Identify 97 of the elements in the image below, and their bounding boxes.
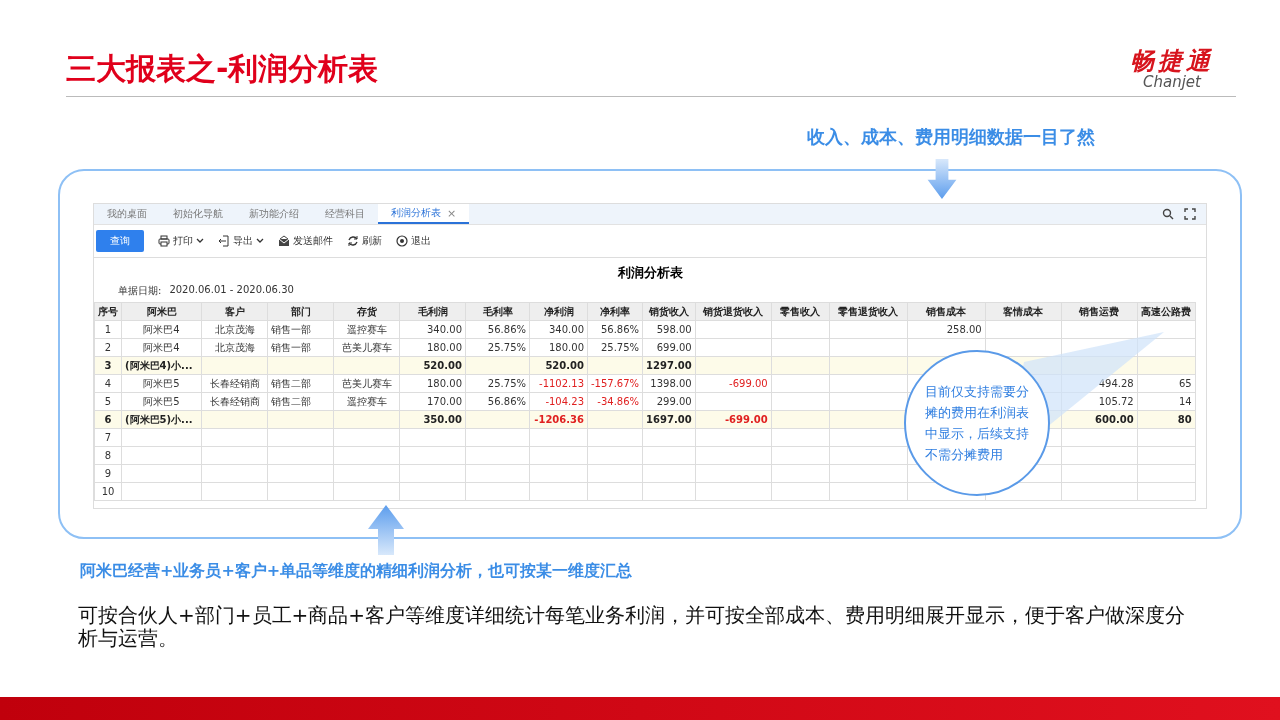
table-cell: 56.86%: [465, 392, 530, 411]
table-cell: 销售一部: [267, 338, 334, 357]
column-header: 净利率: [587, 302, 643, 321]
table-cell: 340.00: [529, 320, 588, 339]
logo-name: Chanjet: [1143, 74, 1201, 90]
table-cell: -34.86%: [587, 392, 643, 411]
column-header: 客情成本: [985, 302, 1062, 321]
column-header: 部门: [267, 302, 334, 321]
table-cell: 25.75%: [465, 338, 530, 357]
column-header: 销售成本: [907, 302, 986, 321]
table-cell: 258.00: [907, 320, 986, 339]
table-cell: 北京茂海: [201, 338, 268, 357]
table-cell: 7: [94, 428, 122, 447]
tab[interactable]: 初始化导航: [160, 204, 236, 224]
table-cell: -699.00: [695, 374, 772, 393]
table-cell: 销售二部: [267, 392, 334, 411]
annotation-text: 收入、成本、费用明细数据一目了然: [807, 125, 1095, 149]
table-cell: -157.67%: [587, 374, 643, 393]
table-cell: 8: [94, 446, 122, 465]
query-button[interactable]: 查询: [96, 230, 144, 252]
table-cell: 25.75%: [587, 338, 643, 357]
table-cell: 2: [94, 338, 122, 357]
column-header: 销货收入: [642, 302, 696, 321]
table-cell: 阿米巴5: [121, 392, 202, 411]
table-cell: 销售二部: [267, 374, 334, 393]
column-header: 毛利率: [465, 302, 530, 321]
table-cell: 65: [1137, 374, 1196, 393]
table-cell: 299.00: [642, 392, 696, 411]
refresh-icon: [347, 235, 359, 247]
toolbar-button[interactable]: 刷新: [347, 234, 382, 248]
report-title: 利润分析表: [616, 264, 684, 282]
caret-icon: [256, 237, 264, 245]
table-cell: 56.86%: [465, 320, 530, 339]
table-cell: 长春经销商: [201, 374, 268, 393]
column-header: 序号: [94, 302, 122, 321]
column-header: 零售收入: [771, 302, 830, 321]
table-cell: 25.75%: [465, 374, 530, 393]
table-cell: 北京茂海: [201, 320, 268, 339]
column-header: 存货: [333, 302, 400, 321]
search-icon[interactable]: [1162, 208, 1174, 220]
column-header: 销售运费: [1061, 302, 1138, 321]
table-cell: 4: [94, 374, 122, 393]
table-cell: 1: [94, 320, 122, 339]
mail-icon: [278, 235, 290, 247]
toolbar-button[interactable]: 发送邮件: [278, 234, 333, 248]
table-cell: 阿米巴5: [121, 374, 202, 393]
table-cell: 阿米巴4: [121, 320, 202, 339]
table-cell: 56.86%: [587, 320, 643, 339]
table-cell: 9: [94, 464, 122, 483]
callout-text: 目前仅支持需要分摊的费用在利润表中显示，后续支持不需分摊费用: [925, 383, 1029, 464]
toolbar-button[interactable]: 打印: [158, 234, 204, 248]
column-header: 客户: [201, 302, 268, 321]
table-cell: 销售一部: [267, 320, 334, 339]
column-header: 毛利润: [399, 302, 466, 321]
tab[interactable]: 新功能介绍: [236, 204, 312, 224]
column-header: 销货退货收入: [695, 302, 772, 321]
exit-icon: [396, 235, 408, 247]
logo-mark: 畅捷通: [1130, 48, 1214, 74]
table-cell: 699.00: [642, 338, 696, 357]
table-cell: 10: [94, 482, 122, 501]
column-header: 高速公路费: [1137, 302, 1196, 321]
date-label: 单据日期:: [118, 284, 162, 298]
caret-icon: [196, 237, 204, 245]
annotation-text: 阿米巴经营+业务员+客户+单品等维度的精细利润分析，也可按某一维度汇总: [80, 561, 634, 582]
toolbar-button[interactable]: 退出: [396, 234, 431, 248]
table-cell: 180.00: [529, 338, 588, 357]
column-header: 阿米巴: [121, 302, 202, 321]
table-cell: -104.23: [529, 392, 588, 411]
toolbar-button[interactable]: 导出: [218, 234, 264, 248]
block-arrow-icon: [366, 505, 406, 555]
tab[interactable]: 利润分析表 ×: [378, 204, 470, 224]
close-icon[interactable]: ×: [447, 206, 457, 220]
date-range: 2020.06.01 - 2020.06.30: [169, 284, 294, 297]
tab[interactable]: 经营科目: [312, 204, 378, 224]
table-cell: 5: [94, 392, 122, 411]
table-cell: 长春经销商: [201, 392, 268, 411]
printer-icon: [158, 235, 170, 247]
table-cell: 遥控赛车: [333, 392, 400, 411]
fullscreen-icon[interactable]: [1184, 208, 1196, 220]
table-cell: 340.00: [399, 320, 466, 339]
table-cell: 遥控赛车: [333, 320, 400, 339]
slide-title: 三大报表之-利润分析表: [66, 50, 379, 88]
table-cell: 180.00: [399, 374, 466, 393]
export-icon: [218, 235, 230, 247]
table-cell: -1102.13: [529, 374, 588, 393]
table-cell: 170.00: [399, 392, 466, 411]
description-text: 可按合伙人+部门+员工+商品+客户等维度详细统计每笔业务利润，并可按全部成本、费用明细展开显示，便于客户做深度分析与运营。: [78, 604, 1187, 650]
tab[interactable]: 我的桌面: [94, 204, 160, 224]
table-cell: 芭美儿赛车: [333, 338, 400, 357]
table-cell: 芭美儿赛车: [333, 374, 400, 393]
column-header: 零售退货收入: [829, 302, 908, 321]
table-cell: 598.00: [642, 320, 696, 339]
column-header: 净利润: [529, 302, 588, 321]
table-cell: 阿米巴4: [121, 338, 202, 357]
table-cell: 14: [1137, 392, 1196, 411]
table-cell: 180.00: [399, 338, 466, 357]
table-cell: 1398.00: [642, 374, 696, 393]
